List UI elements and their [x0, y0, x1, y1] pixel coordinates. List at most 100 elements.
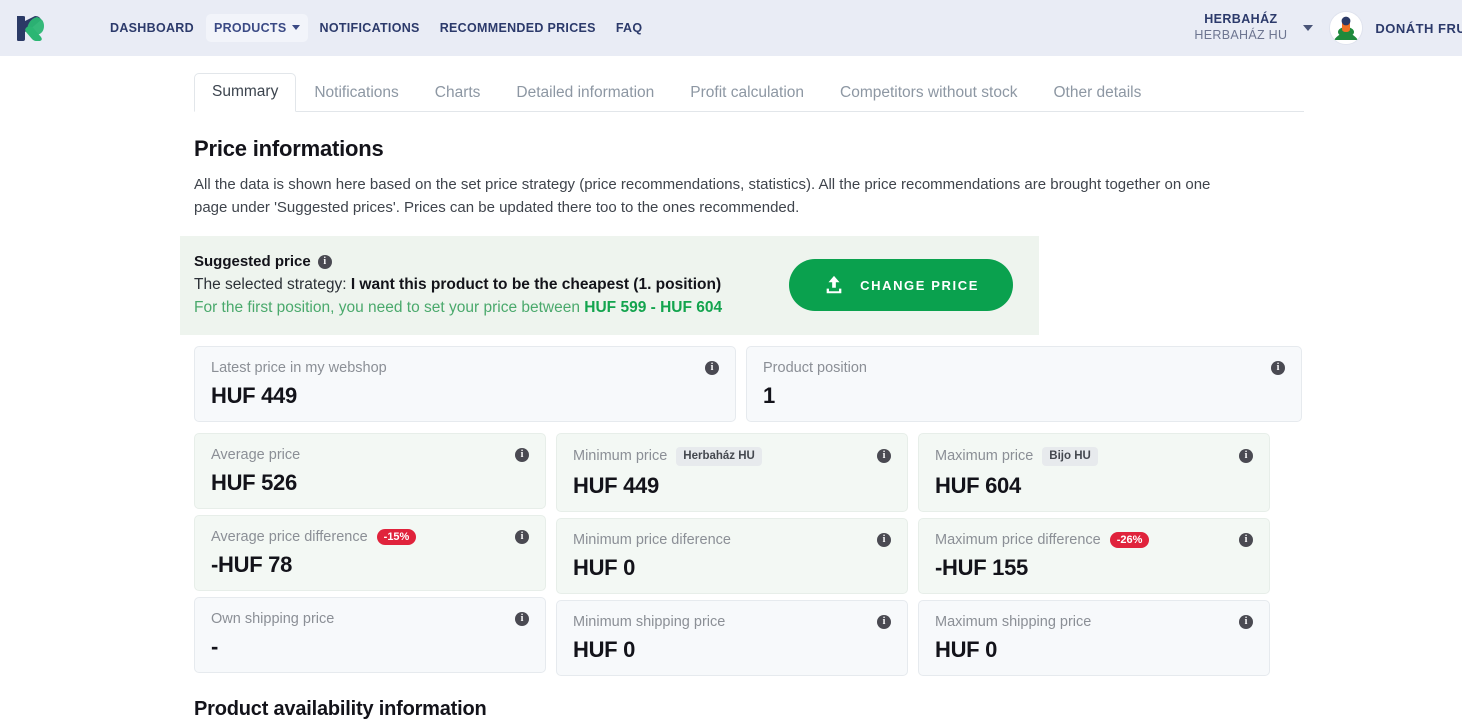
card-average-price: Average price i HUF 526 — [194, 433, 546, 509]
info-icon[interactable]: i — [705, 361, 719, 375]
suggested-range-prefix: For the first position, you need to set … — [194, 299, 585, 316]
nav-item-faq[interactable]: FAQ — [608, 14, 651, 42]
card-minimum-price-difference-label: Minimum price diference — [573, 531, 731, 548]
nav-item-recommended-prices[interactable]: RECOMMENDED PRICES — [432, 14, 604, 42]
shop-selector[interactable]: HERBAHÁZ HERBAHÁZ HU — [1194, 12, 1291, 43]
card-minimum-price-difference: Minimum price diference i HUF 0 — [556, 517, 908, 594]
kolibri-k-logo-icon — [17, 16, 44, 41]
card-own-shipping-price-head: Own shipping price i — [211, 611, 529, 627]
info-icon[interactable]: i — [1239, 614, 1253, 629]
tab-detailed-information-label: Detailed information — [516, 84, 655, 101]
shop-selector-sub: HERBAHÁZ HU — [1194, 28, 1288, 42]
card-maximum-price: Maximum price Bijo HU i HUF 604 — [918, 433, 1270, 512]
card-maximum-price-difference: Maximum price difference -26% i -HUF 155 — [918, 517, 1270, 594]
card-maximum-shipping-price-label: Maximum shipping price — [935, 613, 1092, 630]
card-average-price-label: Average price — [211, 447, 301, 463]
suggested-range-line: For the first position, you need to set … — [194, 299, 789, 317]
card-product-position-value: 1 — [763, 383, 775, 408]
page-description: All the data is shown here based on the … — [194, 176, 1211, 216]
info-icon[interactable]: i — [1271, 361, 1285, 375]
card-maximum-shipping-price-head: Maximum shipping price i — [935, 614, 1253, 630]
suggested-strategy-prefix: The selected strategy: — [194, 276, 351, 293]
tab-competitors-without-stock[interactable]: Competitors without stock — [822, 74, 1035, 112]
stat-column-average: Average price i HUF 526 Average price di… — [194, 433, 546, 676]
tab-other-details[interactable]: Other details — [1035, 74, 1159, 112]
user-name[interactable]: DONÁTH FRUZSI — [1375, 21, 1462, 36]
card-minimum-price-value: HUF 449 — [573, 472, 659, 498]
info-icon[interactable]: i — [877, 532, 891, 547]
tab-charts[interactable]: Charts — [417, 74, 499, 112]
card-latest-price-label: Latest price in my webshop — [211, 360, 387, 376]
info-icon[interactable]: i — [515, 612, 529, 627]
info-icon[interactable]: i — [317, 254, 332, 269]
tab-other-details-label: Other details — [1053, 84, 1142, 101]
top-navigation-bar: DASHBOARD PRODUCTS NOTIFICATIONS RECOMME… — [0, 0, 1462, 56]
card-maximum-price-difference-value: -HUF 155 — [935, 554, 1028, 580]
nav-item-recommended-prices-label: RECOMMENDED PRICES — [439, 21, 596, 35]
competitor-chip: Bijo HU — [1042, 447, 1098, 466]
card-maximum-price-text: Maximum price — [935, 448, 1034, 465]
tab-profit-calculation-label: Profit calculation — [690, 84, 805, 101]
info-icon[interactable]: i — [877, 614, 891, 629]
card-average-price-value: HUF 526 — [211, 470, 297, 495]
stat-column-maximum: Maximum price Bijo HU i HUF 604 Maximum … — [918, 433, 1270, 676]
status-badge: -15% — [376, 529, 417, 546]
suggested-strategy-line: The selected strategy: I want this produ… — [194, 276, 789, 294]
info-icon[interactable]: i — [515, 448, 529, 462]
card-minimum-shipping-price-value: HUF 0 — [573, 636, 636, 662]
change-price-button[interactable]: CHANGE PRICE — [789, 259, 1013, 311]
card-minimum-price-difference-value: HUF 0 — [573, 554, 636, 580]
card-maximum-shipping-price-value: HUF 0 — [935, 636, 998, 662]
suggested-range-value: HUF 599 - HUF 604 — [584, 299, 723, 316]
card-minimum-price-difference-head: Minimum price diference i — [573, 532, 891, 548]
nav-item-notifications[interactable]: NOTIFICATIONS — [312, 14, 428, 42]
card-minimum-shipping-price: Minimum shipping price i HUF 0 — [556, 599, 908, 676]
shop-selector-name: HERBAHÁZ — [1204, 12, 1278, 27]
card-minimum-price: Minimum price Herbaház HU i HUF 449 — [556, 433, 908, 512]
info-icon[interactable]: i — [515, 530, 529, 545]
nav-item-faq-label: FAQ — [615, 21, 643, 35]
nav-item-products[interactable]: PRODUCTS — [205, 14, 308, 42]
tab-profit-calculation[interactable]: Profit calculation — [672, 74, 822, 112]
card-minimum-shipping-price-label: Minimum shipping price — [573, 613, 726, 630]
card-minimum-price-text: Minimum price — [573, 448, 668, 465]
info-icon[interactable]: i — [1239, 449, 1253, 464]
card-average-price-difference-text: Average price difference — [211, 529, 368, 546]
card-latest-price: Latest price in my webshop i HUF 449 — [194, 346, 736, 422]
tab-competitors-without-stock-label: Competitors without stock — [840, 84, 1018, 101]
nav-item-dashboard[interactable]: DASHBOARD — [102, 14, 202, 42]
card-maximum-shipping-price: Maximum shipping price i HUF 0 — [918, 599, 1270, 676]
nav-item-dashboard-label: DASHBOARD — [110, 21, 194, 35]
tab-charts-label: Charts — [434, 84, 481, 101]
nav-item-notifications-label: NOTIFICATIONS — [319, 21, 420, 35]
card-latest-price-head: Latest price in my webshop i — [211, 360, 719, 376]
info-icon[interactable]: i — [1239, 532, 1253, 547]
app-logo[interactable] — [6, 11, 54, 45]
user-avatar-icon — [1330, 12, 1363, 44]
card-own-shipping-price-value: - — [211, 634, 219, 660]
tab-bar: Summary Notifications Charts Detailed in… — [194, 73, 1304, 112]
suggested-price-text: Suggested price i The selected strategy:… — [194, 253, 789, 317]
card-product-position-head: Product position i — [763, 360, 1285, 376]
card-maximum-price-difference-label: Maximum price difference -26% — [935, 531, 1150, 548]
shop-selector-chevron-down-icon[interactable] — [1303, 25, 1314, 31]
card-product-position: Product position i 1 — [746, 346, 1302, 422]
nav-item-products-label: PRODUCTS — [213, 21, 287, 35]
card-own-shipping-price-label: Own shipping price — [211, 611, 335, 628]
stat-cards-row-primary: Latest price in my webshop i HUF 449 Pro… — [194, 346, 1462, 422]
tab-notifications[interactable]: Notifications — [296, 74, 416, 112]
card-maximum-price-difference-head: Maximum price difference -26% i — [935, 531, 1253, 548]
suggested-strategy-value: I want this product to be the cheapest (… — [350, 276, 722, 293]
stat-column-minimum: Minimum price Herbaház HU i HUF 449 Mini… — [556, 433, 908, 676]
tab-detailed-information[interactable]: Detailed information — [498, 74, 672, 112]
info-icon[interactable]: i — [877, 449, 891, 464]
card-average-price-head: Average price i — [211, 447, 529, 463]
suggested-price-panel: Suggested price i The selected strategy:… — [180, 236, 1039, 335]
tab-summary[interactable]: Summary — [194, 73, 297, 112]
card-maximum-price-value: HUF 604 — [935, 472, 1021, 498]
chevron-down-icon — [291, 25, 300, 30]
page-content: Summary Notifications Charts Detailed in… — [0, 73, 1462, 721]
competitor-chip: Herbaház HU — [676, 447, 762, 466]
avatar[interactable] — [1329, 11, 1364, 45]
tab-summary-label: Summary — [212, 83, 279, 100]
